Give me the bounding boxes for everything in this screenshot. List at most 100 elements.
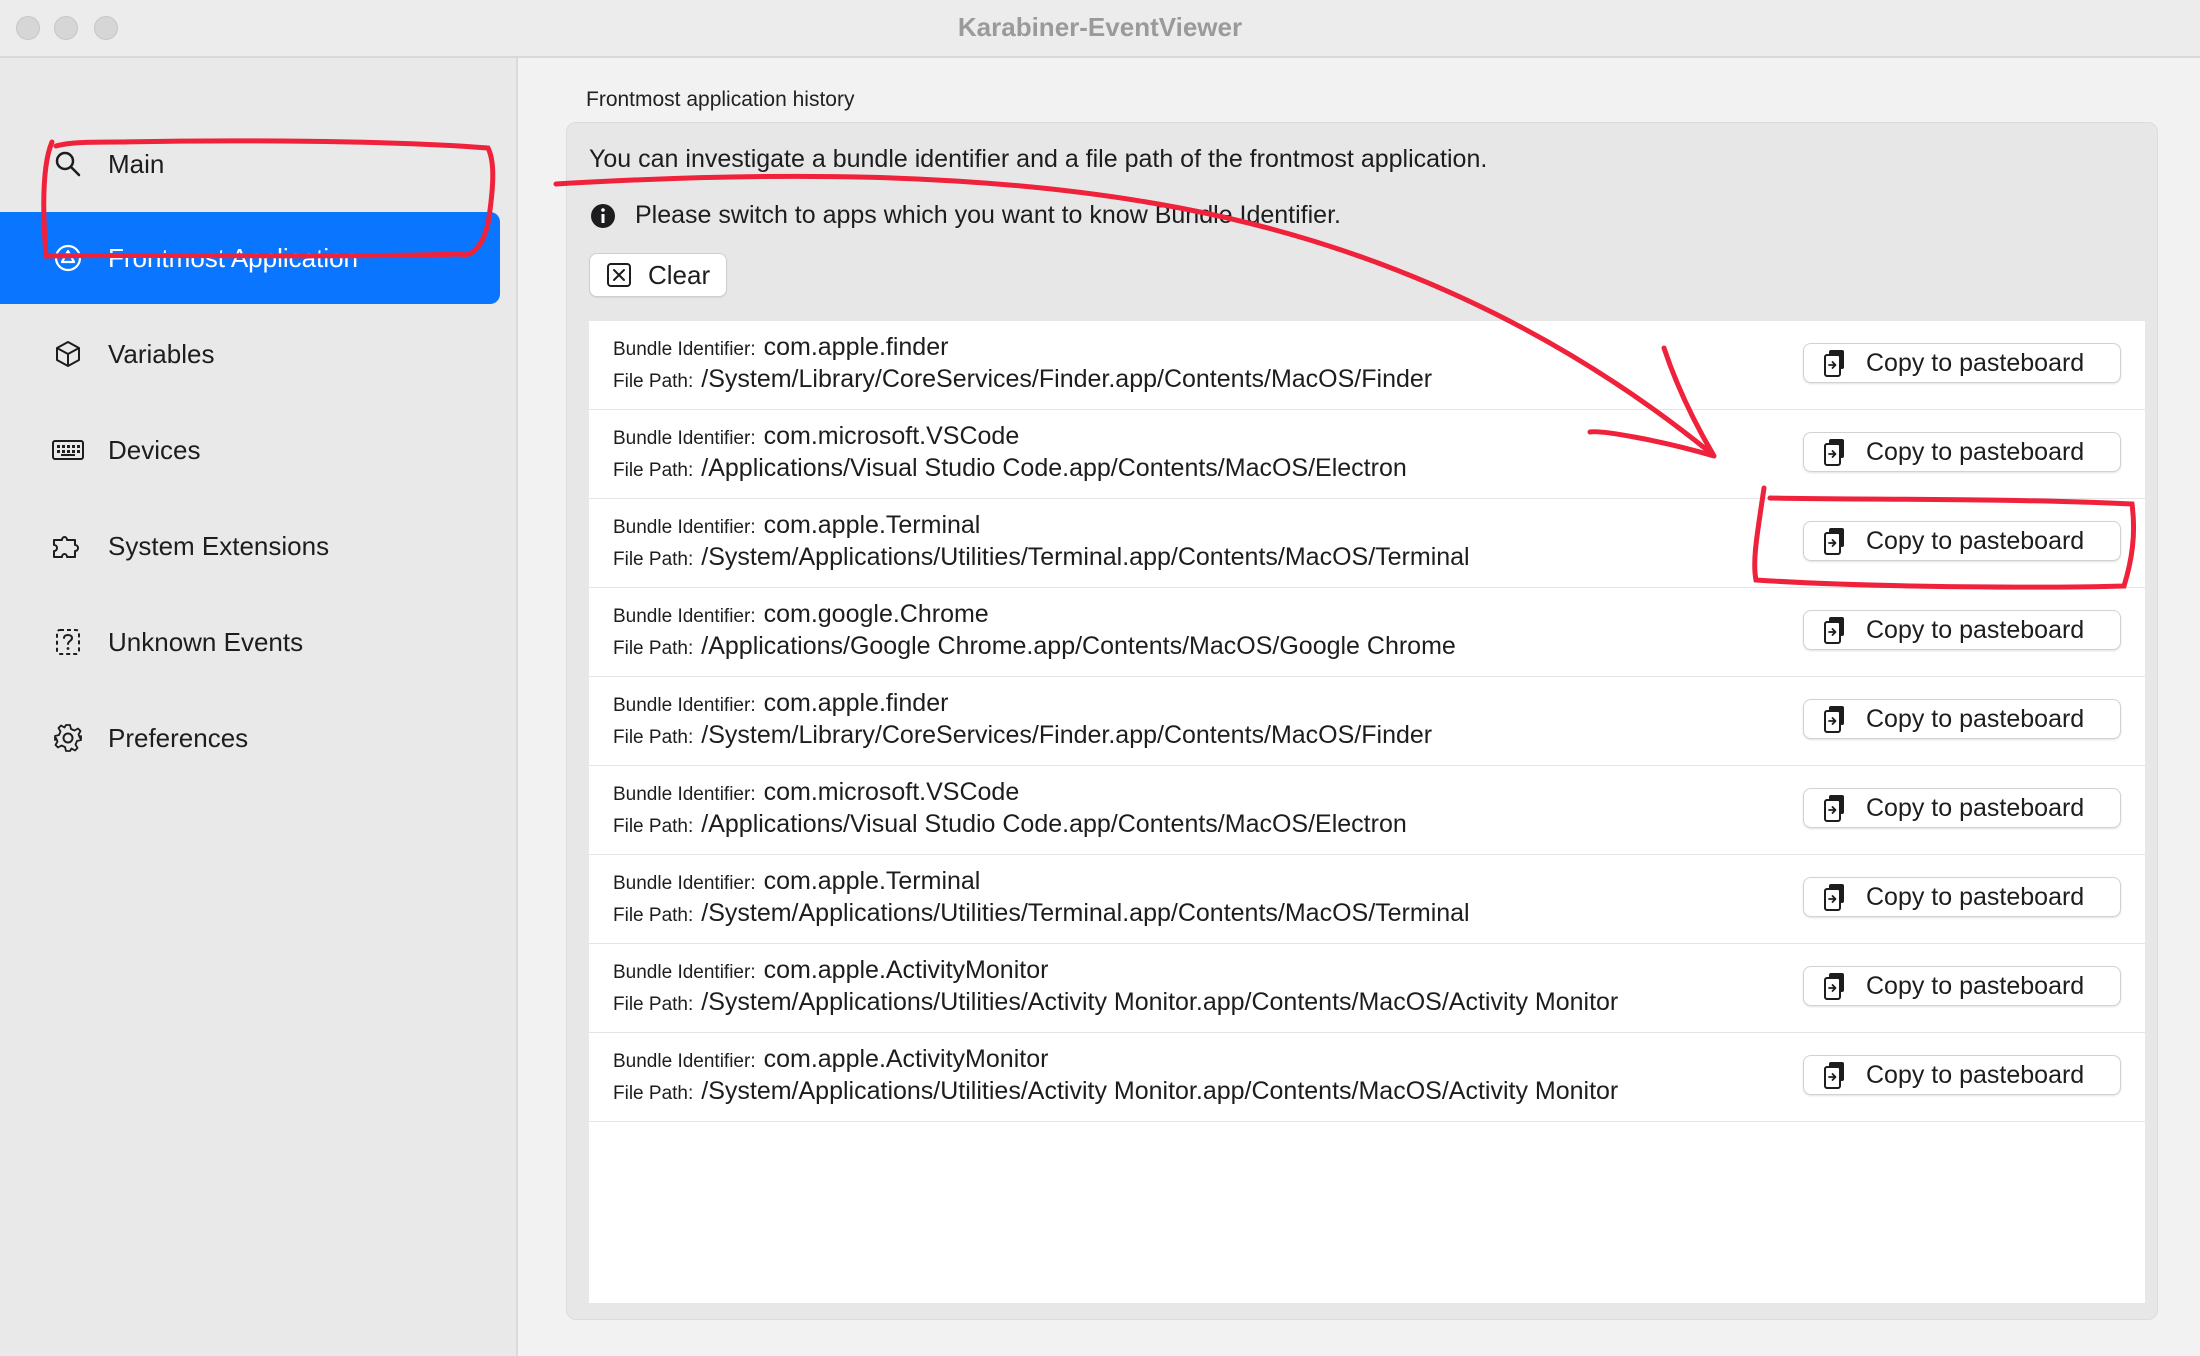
gear-icon	[50, 720, 86, 756]
sidebar-item-main[interactable]: Main	[0, 118, 500, 210]
path-line: File Path: /Applications/Visual Studio Co…	[613, 810, 1407, 839]
bundle-identifier-value: com.microsoft.VSCode	[763, 422, 1020, 450]
clear-button[interactable]: Clear	[589, 253, 728, 297]
file-path-label: File Path:	[613, 638, 694, 659]
file-path-value: /Applications/Visual Studio Code.app/Con…	[701, 810, 1407, 838]
bundle-line: Bundle Identifier: com.apple.Terminal	[613, 511, 980, 540]
path-line: File Path: /System/Applications/Utilities…	[613, 988, 1618, 1017]
copy-button-label: Copy to pasteboard	[1866, 882, 2085, 911]
copy-document-icon	[1820, 526, 1850, 556]
window-title: Karabiner-EventViewer	[957, 12, 1243, 42]
section-title: Frontmost application history	[586, 88, 855, 111]
copy-to-pasteboard-button[interactable]: Copy to pasteboard	[1803, 343, 2121, 383]
sidebar-item-label: Variables	[108, 338, 215, 369]
bundle-identifier-value: com.apple.finder	[763, 689, 949, 717]
copy-to-pasteboard-button[interactable]: Copy to pasteboard	[1803, 610, 2121, 650]
clear-x-square-icon	[606, 262, 632, 288]
sidebar-item-preferences[interactable]: Preferences	[0, 692, 500, 784]
bundle-line: Bundle Identifier: com.apple.ActivityMoni…	[613, 1045, 1048, 1074]
path-line: File Path: /System/Applications/Utilities…	[613, 1077, 1618, 1106]
copy-button-label: Copy to pasteboard	[1866, 1060, 2085, 1089]
file-path-label: File Path:	[613, 549, 694, 570]
search-icon	[50, 146, 86, 182]
bundle-identifier-label: Bundle Identifier:	[613, 1051, 756, 1072]
copy-button-label: Copy to pasteboard	[1866, 704, 2085, 733]
path-line: File Path: /System/Library/CoreServices/F…	[613, 365, 1432, 394]
info-icon	[589, 202, 617, 230]
clear-label: Clear	[648, 259, 711, 290]
bundle-identifier-value: com.apple.ActivityMonitor	[763, 956, 1049, 984]
keyboard-icon	[50, 432, 86, 468]
bundle-line: Bundle Identifier: com.microsoft.VSCode	[613, 778, 1019, 807]
sidebar-item-label: Unknown Events	[108, 626, 304, 657]
bundle-line: Bundle Identifier: com.google.Chrome	[613, 600, 989, 629]
history-row: Bundle Identifier: com.microsoft.VSCode F…	[589, 766, 2145, 855]
bundle-identifier-value: com.apple.Terminal	[763, 867, 981, 895]
copy-document-icon	[1820, 437, 1850, 467]
path-line: File Path: /System/Library/CoreServices/F…	[613, 721, 1432, 750]
sidebar-item-label: Frontmost Application	[108, 242, 359, 273]
bundle-identifier-label: Bundle Identifier:	[613, 606, 756, 627]
intro-text: You can investigate a bundle identifier …	[589, 145, 1488, 173]
file-path-label: File Path:	[613, 727, 694, 748]
copy-to-pasteboard-button[interactable]: Copy to pasteboard	[1803, 1055, 2121, 1095]
history-row: Bundle Identifier: com.google.Chrome File…	[589, 588, 2145, 677]
copy-to-pasteboard-button[interactable]: Copy to pasteboard	[1803, 788, 2121, 828]
sidebar-item-label: Preferences	[108, 722, 249, 753]
file-path-label: File Path:	[613, 1083, 694, 1104]
copy-to-pasteboard-button[interactable]: Copy to pasteboard	[1803, 432, 2121, 472]
file-path-label: File Path:	[613, 460, 694, 481]
file-path-value: /System/Applications/Utilities/Activity …	[701, 1077, 1619, 1105]
history-row: Bundle Identifier: com.apple.finder File …	[589, 321, 2145, 410]
history-row: Bundle Identifier: com.microsoft.VSCode F…	[589, 410, 2145, 499]
copy-button-label: Copy to pasteboard	[1866, 615, 2085, 644]
app-window: Karabiner-EventViewer Main Frontmost App…	[0, 0, 2200, 1356]
bundle-identifier-label: Bundle Identifier:	[613, 695, 756, 716]
history-list: Bundle Identifier: com.apple.finder File …	[589, 321, 2145, 1303]
path-line: File Path: /System/Applications/Utilities…	[613, 543, 1470, 572]
file-path-value: /System/Applications/Utilities/Terminal.…	[701, 543, 1470, 571]
copy-to-pasteboard-button[interactable]: Copy to pasteboard	[1803, 877, 2121, 917]
sidebar-item-devices[interactable]: Devices	[0, 404, 500, 496]
bundle-line: Bundle Identifier: com.apple.ActivityMoni…	[613, 956, 1048, 985]
file-path-value: /System/Applications/Utilities/Terminal.…	[701, 899, 1470, 927]
sidebar-item-system-extensions[interactable]: System Extensions	[0, 500, 500, 592]
bundle-identifier-value: com.microsoft.VSCode	[763, 778, 1020, 806]
file-path-value: /Applications/Visual Studio Code.app/Con…	[701, 454, 1407, 482]
history-row: Bundle Identifier: com.apple.ActivityMoni…	[589, 1033, 2145, 1122]
info-message: Please switch to apps which you want to …	[589, 201, 1341, 230]
frontmost-history-group: You can investigate a bundle identifier …	[566, 122, 2158, 1320]
copy-button-label: Copy to pasteboard	[1866, 437, 2085, 466]
file-path-value: /Applications/Google Chrome.app/Contents…	[701, 632, 1456, 660]
info-text: Please switch to apps which you want to …	[635, 201, 1341, 229]
sidebar-item-unknown-events[interactable]: Unknown Events	[0, 596, 500, 688]
sidebar-item-variables[interactable]: Variables	[0, 308, 500, 400]
file-path-label: File Path:	[613, 994, 694, 1015]
history-row: Bundle Identifier: com.apple.Terminal Fil…	[589, 855, 2145, 944]
title-bar: Karabiner-EventViewer	[0, 0, 2200, 58]
copy-to-pasteboard-button[interactable]: Copy to pasteboard	[1803, 966, 2121, 1006]
bundle-identifier-label: Bundle Identifier:	[613, 428, 756, 449]
copy-button-label: Copy to pasteboard	[1866, 348, 2085, 377]
path-line: File Path: /System/Applications/Utilities…	[613, 899, 1470, 928]
bundle-identifier-value: com.apple.ActivityMonitor	[763, 1045, 1049, 1073]
file-path-label: File Path:	[613, 905, 694, 926]
copy-to-pasteboard-button[interactable]: Copy to pasteboard	[1803, 699, 2121, 739]
sidebar-item-label: System Extensions	[108, 530, 330, 561]
cube-icon	[50, 336, 86, 372]
copy-to-pasteboard-button[interactable]: Copy to pasteboard	[1803, 521, 2121, 561]
bundle-identifier-label: Bundle Identifier:	[613, 784, 756, 805]
copy-document-icon	[1820, 704, 1850, 734]
sidebar-item-frontmost-application[interactable]: Frontmost Application	[0, 212, 500, 304]
file-path-label: File Path:	[613, 371, 694, 392]
app-triangle-icon	[50, 240, 86, 276]
history-row: Bundle Identifier: com.apple.finder File …	[589, 677, 2145, 766]
copy-document-icon	[1820, 348, 1850, 378]
history-row: Bundle Identifier: com.apple.ActivityMoni…	[589, 944, 2145, 1033]
copy-document-icon	[1820, 1060, 1850, 1090]
bundle-line: Bundle Identifier: com.microsoft.VSCode	[613, 422, 1019, 451]
bundle-line: Bundle Identifier: com.apple.finder	[613, 689, 948, 718]
copy-document-icon	[1820, 971, 1850, 1001]
main-content: Frontmost application history You can in…	[518, 58, 2200, 1356]
copy-button-label: Copy to pasteboard	[1866, 526, 2085, 555]
